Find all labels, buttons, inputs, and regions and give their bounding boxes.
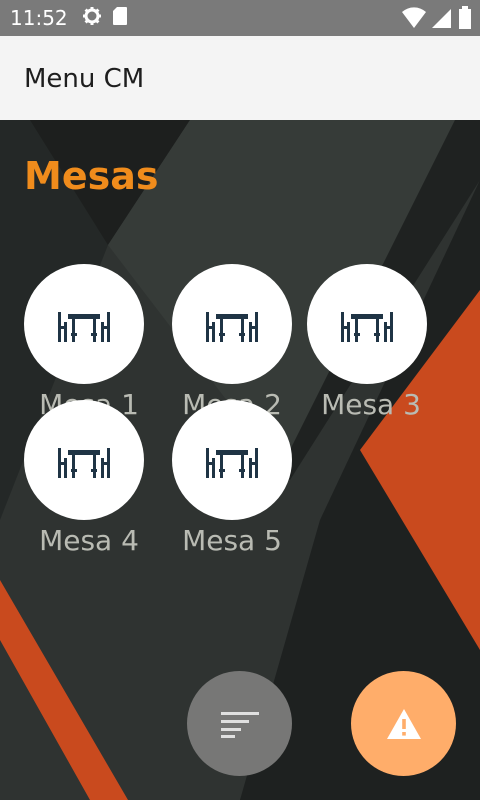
list-fab[interactable] — [187, 671, 292, 776]
status-time: 11:52 — [10, 6, 68, 30]
sd-card-icon — [112, 6, 128, 31]
battery-icon — [458, 6, 472, 35]
app-bar: Menu CM — [0, 36, 480, 120]
dining-table-icon — [58, 312, 110, 342]
table-button[interactable] — [24, 264, 144, 384]
sort-list-icon — [220, 711, 259, 738]
table-button[interactable] — [172, 264, 292, 384]
warning-icon — [386, 708, 421, 739]
signal-icon — [432, 7, 452, 34]
alert-fab[interactable] — [351, 671, 456, 776]
table-label: Mesa 5 — [182, 524, 282, 557]
dining-table-icon — [206, 448, 258, 478]
wifi-icon — [402, 7, 426, 34]
tables-screen: Mesas Mesa 1 Mesa 2 Mesa 3 Mesa 4 — [0, 120, 480, 800]
dining-table-icon — [58, 448, 110, 478]
table-button[interactable] — [24, 400, 144, 520]
table-button[interactable] — [172, 400, 292, 520]
status-bar: 11:52 — [0, 0, 480, 36]
table-button[interactable] — [307, 264, 427, 384]
section-title: Mesas — [24, 154, 159, 198]
dining-table-icon — [341, 312, 393, 342]
table-label: Mesa 3 — [321, 388, 421, 421]
dining-table-icon — [206, 312, 258, 342]
gear-icon — [82, 6, 102, 31]
app-title: Menu CM — [24, 64, 145, 94]
